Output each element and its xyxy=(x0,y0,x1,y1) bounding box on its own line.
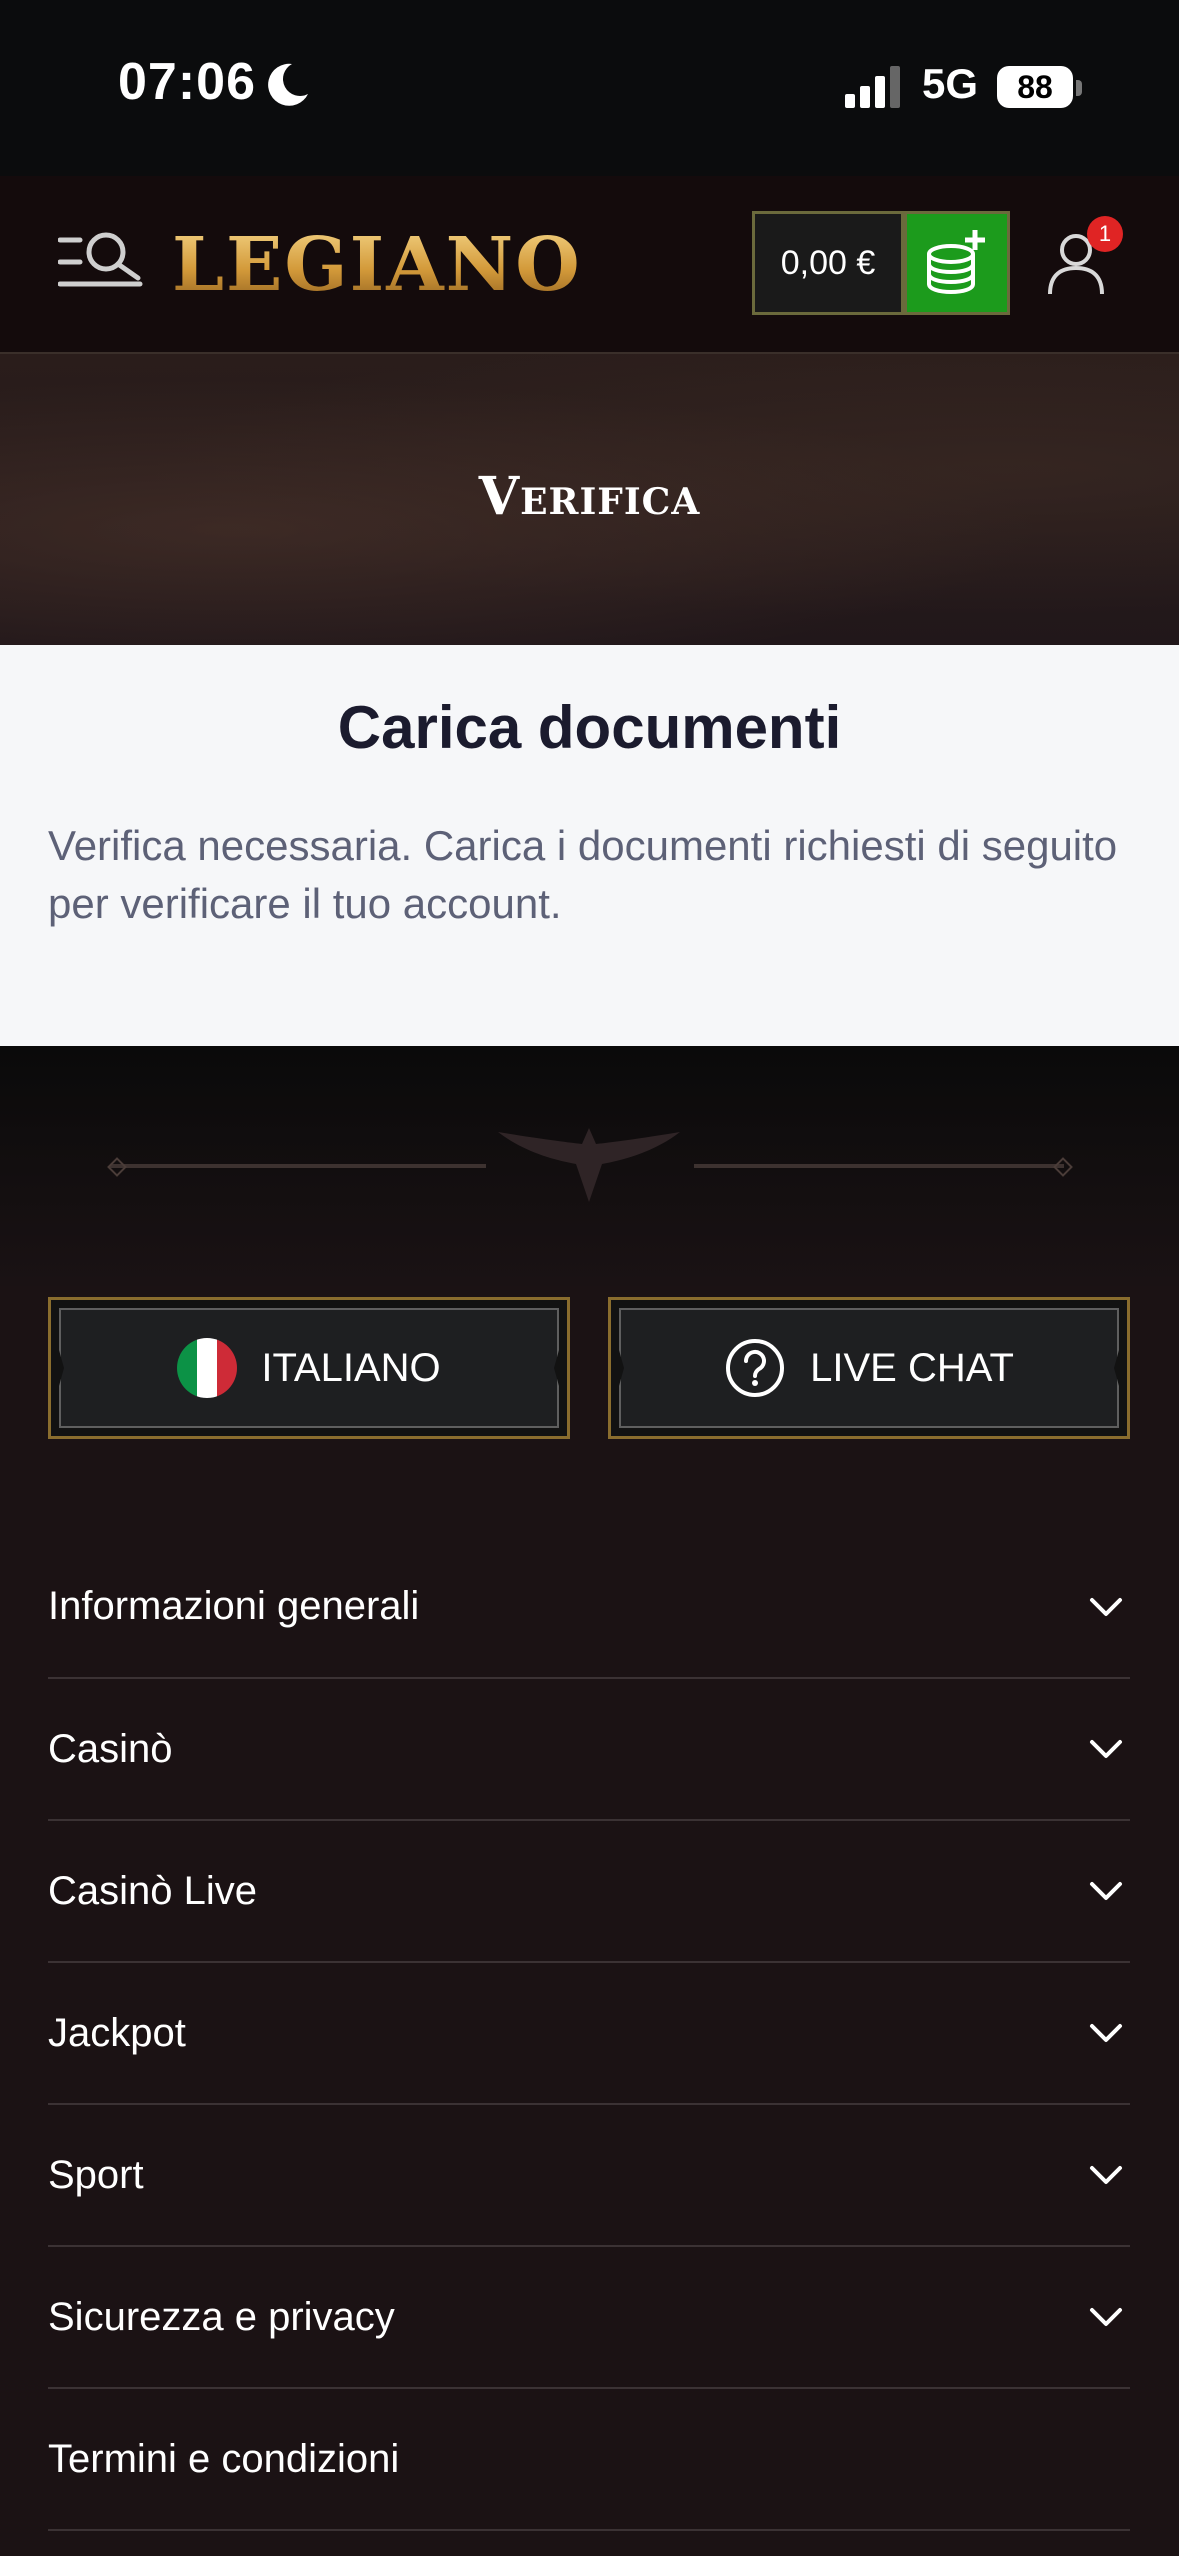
footer-section-sicurezza-privacy[interactable]: Sicurezza e privacy xyxy=(48,2247,1130,2389)
notification-badge: 1 xyxy=(1087,216,1123,252)
battery-cap xyxy=(1076,80,1082,96)
footer-section-label: Informazioni generali xyxy=(48,1584,420,1628)
language-button[interactable]: ITALIANO xyxy=(48,1297,570,1439)
battery-level: 88 xyxy=(1017,68,1053,105)
footer-section-jackpot[interactable]: Jackpot xyxy=(48,1963,1130,2105)
live-chat-button[interactable]: LIVE CHAT xyxy=(608,1297,1130,1439)
coins-plus-icon xyxy=(927,230,985,295)
network-type: 5G xyxy=(922,60,979,107)
status-bar: 07:06 5G 88 xyxy=(0,0,1179,176)
page-title: Verifica xyxy=(478,466,701,527)
cellular-signal-icon xyxy=(845,66,900,108)
footer-link-termini-condizioni[interactable]: Termini e condizioni xyxy=(48,2389,1130,2531)
footer-section-casino-live[interactable]: Casinò Live xyxy=(48,1821,1130,1963)
footer-section-sport[interactable]: Sport xyxy=(48,2105,1130,2247)
battery-icon: 88 xyxy=(997,66,1073,108)
page-hero: Verifica xyxy=(0,354,1179,645)
footer-section-label: Jackpot xyxy=(48,2010,186,2055)
footer-section-label: Sicurezza e privacy xyxy=(48,2294,395,2339)
ornament-divider-right xyxy=(694,1164,1064,1168)
language-label: ITALIANO xyxy=(261,1345,441,1390)
live-chat-label: LIVE CHAT xyxy=(810,1345,1014,1390)
footer-section-label: Sport xyxy=(48,2152,144,2197)
verification-message: Verifica necessaria. Carica i documenti … xyxy=(48,822,1118,927)
chevron-down-icon xyxy=(1090,1740,1122,1758)
chevron-down-icon xyxy=(1090,1882,1122,1900)
footer-section-informazioni-generali[interactable]: Informazioni generali xyxy=(48,1536,1130,1679)
chevron-down-icon xyxy=(1090,2024,1122,2042)
italy-flag-icon xyxy=(177,1338,238,1398)
footer-section-label: Termini e condizioni xyxy=(48,2436,400,2481)
chevron-down-icon xyxy=(1090,1597,1122,1616)
menu-search-icon[interactable] xyxy=(58,226,144,298)
footer-section-label: Casinò xyxy=(48,1726,173,1771)
deposit-button[interactable] xyxy=(904,211,1010,315)
chevron-down-icon xyxy=(1090,2166,1122,2184)
status-time: 07:06 xyxy=(118,53,256,111)
footer-section-casino[interactable]: Casinò xyxy=(48,1679,1130,1821)
chevron-down-icon xyxy=(1090,2308,1122,2326)
card-heading: Carica documenti xyxy=(337,694,842,761)
ornament-divider-left xyxy=(110,1164,486,1168)
do-not-disturb-moon-icon xyxy=(268,63,308,106)
balance-display[interactable]: 0,00 € xyxy=(752,211,904,315)
footer-section-list: Informazioni generali Casinò Casinò Live… xyxy=(48,1536,1130,2531)
eagle-emblem-icon xyxy=(498,1128,680,1202)
help-question-icon xyxy=(726,1339,785,1397)
verification-card: Carica documenti Verifica necessaria. Ca… xyxy=(0,645,1179,1046)
legiano-logo[interactable]: LEGIANO xyxy=(172,220,582,310)
footer-section-label: Casinò Live xyxy=(48,1868,258,1913)
